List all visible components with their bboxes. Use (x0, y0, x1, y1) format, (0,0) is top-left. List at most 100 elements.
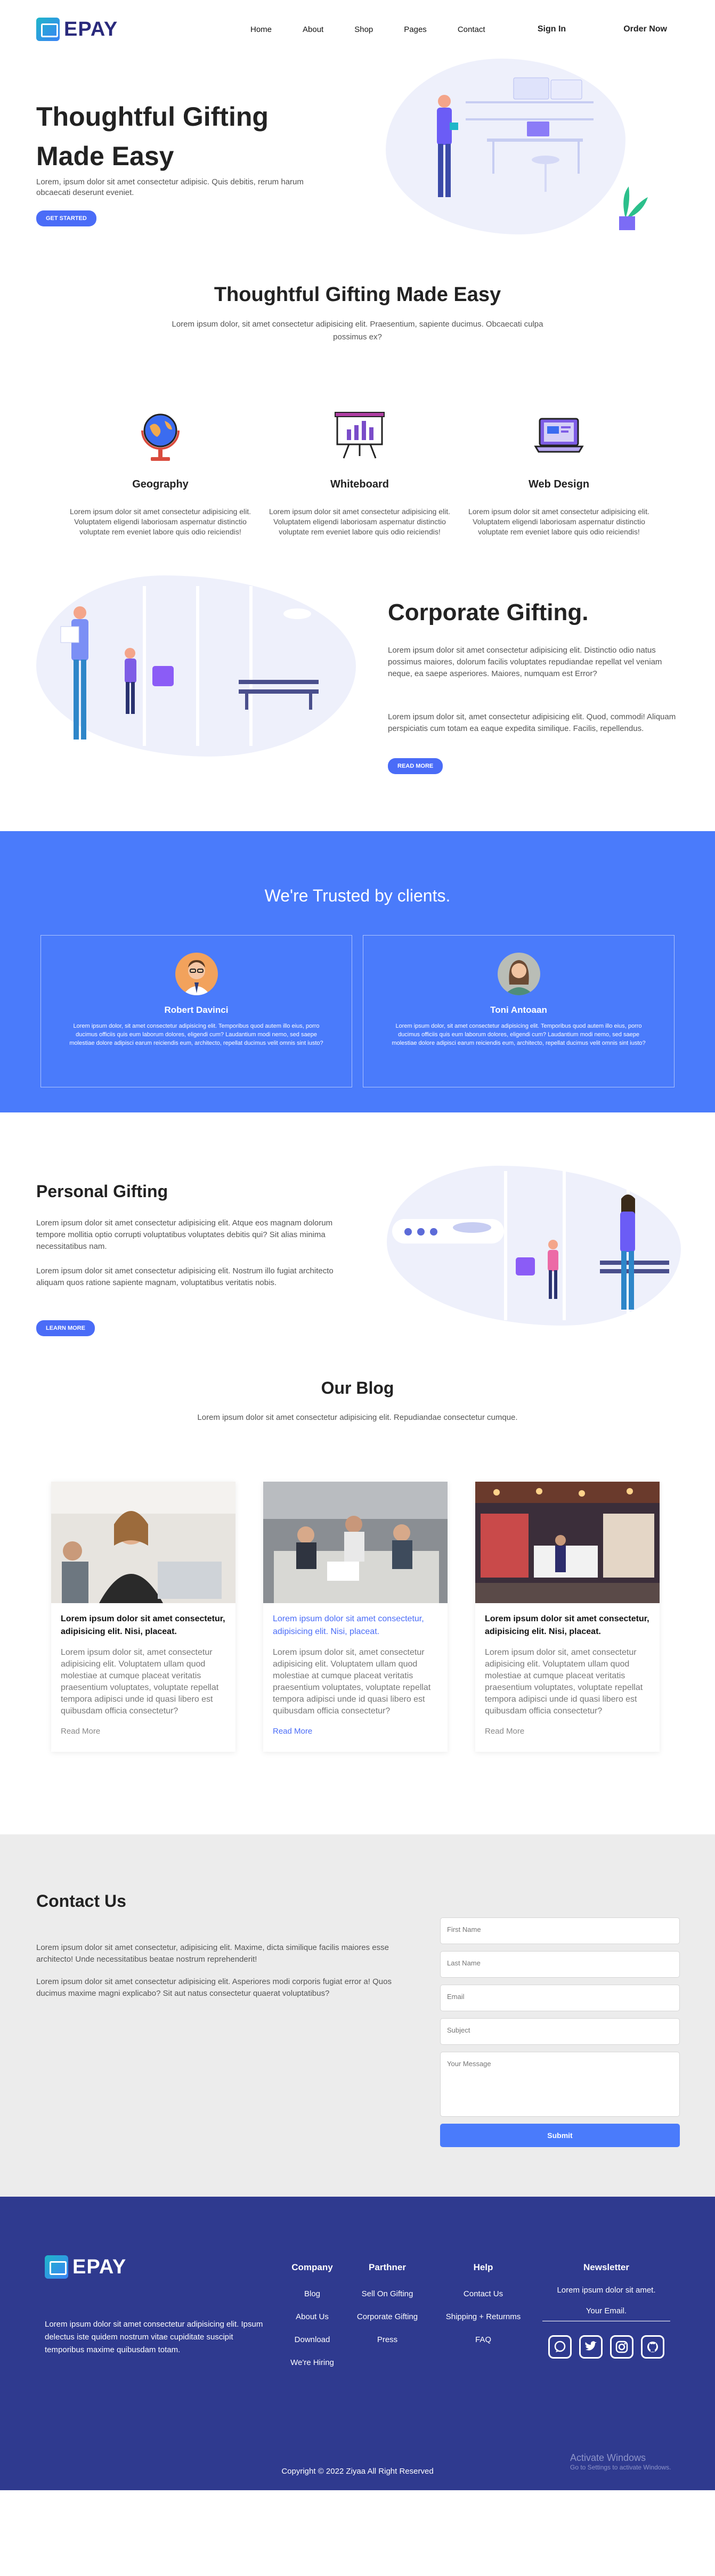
feature-card: Web Design Lorem ipsum dolor sit amet co… (462, 405, 655, 537)
order-now-link[interactable]: Order Now (623, 25, 667, 34)
corporate-text-2: Lorem ipsum dolor sit, amet consectetur … (388, 712, 676, 733)
feature-title: Geography (132, 478, 189, 490)
feature-card: Geography Lorem ipsum dolor sit amet con… (64, 405, 257, 537)
newsletter-heading: Newsletter (583, 2262, 629, 2272)
client-name: Toni Antoaan (490, 1005, 547, 1015)
feature-text: Lorem ipsum dolor sit amet consectetur a… (269, 507, 451, 536)
nav-home[interactable]: Home (250, 25, 272, 34)
footer-logo[interactable]: EPAY (45, 2255, 126, 2279)
newsletter-text: Lorem ipsum dolor sit amet. (557, 2286, 656, 2295)
nav-shop[interactable]: Shop (354, 25, 373, 34)
partner-column: Parthner Sell On Gifting Corporate Gifti… (347, 2262, 427, 2351)
blog-post-list: Lorem ipsum dolor sit amet consectetur, … (51, 1482, 660, 1752)
contact-text-2: Lorem ipsum dolor sit amet consectetur a… (36, 1977, 392, 1998)
personal-section: Personal Gifting Lorem ipsum dolor sit a… (0, 1112, 715, 1363)
blog-title: Our Blog (321, 1378, 394, 1397)
corporate-section: Corporate Gifting. Lorem ipsum dolor sit… (0, 575, 715, 831)
features-title: Thoughtful Gifting Made Easy (214, 283, 501, 306)
feature-list: Geography Lorem ipsum dolor sit amet con… (64, 405, 655, 537)
footer-link-hiring[interactable]: We're Hiring (280, 2351, 344, 2374)
personal-text-1: Lorem ipsum dolor sit amet consectetur a… (36, 1218, 333, 1251)
sign-in-link[interactable]: Sign In (538, 25, 566, 34)
read-more-button[interactable]: READ MORE (388, 758, 443, 774)
post-title[interactable]: Lorem ipsum dolor sit amet consectetur, … (61, 1613, 226, 1638)
laptop-icon (532, 405, 586, 464)
subject-field[interactable]: Subject (440, 2018, 680, 2045)
read-more-link[interactable]: Read More (273, 1727, 438, 1736)
watermark-title: Activate Windows (570, 2452, 646, 2463)
first-name-field[interactable]: First Name (440, 1917, 680, 1944)
github-icon[interactable] (641, 2335, 664, 2359)
client-name: Robert Davinci (164, 1005, 229, 1015)
company-heading: Company (291, 2262, 333, 2272)
footer-link-sell[interactable]: Sell On Gifting (347, 2282, 427, 2305)
feature-card: Whiteboard Lorem ipsum dolor sit amet co… (263, 405, 456, 537)
newsletter-email-input[interactable]: Your Email. (542, 2306, 670, 2321)
help-column: Help Contact Us Shipping + Returnms FAQ (438, 2262, 529, 2351)
client-quote: Lorem ipsum dolor, sit amet consectetur … (392, 1023, 646, 1046)
brand-logo[interactable]: EPAY (36, 18, 118, 41)
social-links (542, 2335, 670, 2359)
footer-link-contact[interactable]: Contact Us (438, 2282, 529, 2305)
get-started-button[interactable]: GET STARTED (36, 210, 96, 226)
corporate-illustration (36, 575, 356, 767)
personal-text-2: Lorem ipsum dolor sit amet consectetur a… (36, 1266, 334, 1287)
testimonials-title: We're Trusted by clients. (264, 886, 451, 905)
email-field[interactable]: Email (440, 1985, 680, 2011)
wallet-icon (36, 18, 60, 41)
feature-title: Whiteboard (330, 478, 389, 490)
company-column: Company Blog About Us Download We're Hir… (280, 2262, 344, 2374)
globe-icon (134, 405, 187, 464)
post-title[interactable]: Lorem ipsum dolor sit amet consectetur, … (485, 1613, 650, 1638)
footer-link-download[interactable]: Download (280, 2328, 344, 2351)
avatar (175, 953, 218, 995)
learn-more-button[interactable]: LEARN MORE (36, 1320, 95, 1336)
testimonials-section: We're Trusted by clients. Robert Davinci… (0, 831, 715, 1112)
footer-link-about[interactable]: About Us (280, 2305, 344, 2328)
store-photo (475, 1482, 660, 1603)
wallet-icon (45, 2255, 68, 2279)
blog-card: Lorem ipsum dolor sit amet consectetur, … (263, 1482, 448, 1752)
features-section: Thoughtful Gifting Made Easy Lorem ipsum… (0, 261, 715, 575)
contact-text-1: Lorem ipsum dolor sit amet consectetur, … (36, 1943, 389, 1964)
main-menu: Home About Shop Pages Contact (250, 25, 485, 34)
read-more-link[interactable]: Read More (485, 1727, 650, 1736)
instagram-icon[interactable] (610, 2335, 633, 2359)
read-more-link[interactable]: Read More (61, 1727, 226, 1736)
corporate-title: Corporate Gifting. (388, 599, 589, 625)
blog-section: Our Blog Lorem ipsum dolor sit amet cons… (0, 1363, 715, 1834)
feature-text: Lorem ipsum dolor sit amet consectetur a… (69, 507, 251, 536)
nav-about[interactable]: About (303, 25, 323, 34)
message-field[interactable]: Your Message (440, 2052, 680, 2117)
nav-contact[interactable]: Contact (458, 25, 485, 34)
footer-brand-name: EPAY (72, 2255, 127, 2278)
post-title[interactable]: Lorem ipsum dolor sit amet consectetur, … (273, 1613, 438, 1638)
brand-name: EPAY (64, 18, 118, 40)
submit-button[interactable]: Submit (440, 2124, 680, 2147)
contact-section: Contact Us Lorem ipsum dolor sit amet co… (0, 1834, 715, 2197)
last-name-field[interactable]: Last Name (440, 1951, 680, 1978)
newsletter-column: Newsletter Lorem ipsum dolor sit amet. Y… (542, 2262, 670, 2359)
site-footer: EPAY Lorem ipsum dolor sit amet consecte… (0, 2197, 715, 2490)
twitter-icon[interactable] (579, 2335, 603, 2359)
blog-card: Lorem ipsum dolor sit amet consectetur, … (475, 1482, 660, 1752)
footer-link-blog[interactable]: Blog (280, 2282, 344, 2305)
personal-title: Personal Gifting (36, 1182, 168, 1201)
feature-text: Lorem ipsum dolor sit amet consectetur a… (468, 507, 650, 536)
team-meeting-photo (263, 1482, 448, 1603)
feature-title: Web Design (528, 478, 590, 490)
avatar (497, 953, 540, 995)
blog-card: Lorem ipsum dolor sit amet consectetur, … (51, 1482, 235, 1752)
hero-title: Thoughtful Gifting Made Easy (36, 102, 269, 171)
footer-link-corporate[interactable]: Corporate Gifting (347, 2305, 427, 2328)
blog-subtitle: Lorem ipsum dolor sit amet consectetur a… (197, 1413, 518, 1422)
post-excerpt: Lorem ipsum dolor sit, amet consectetur … (273, 1648, 431, 1716)
nav-pages[interactable]: Pages (404, 25, 427, 34)
footer-link-shipping[interactable]: Shipping + Returnms (438, 2305, 529, 2328)
testimonial-card: Robert Davinci Lorem ipsum dolor, sit am… (40, 935, 352, 1087)
contact-form: First Name Last Name Email Subject Your … (440, 1917, 680, 2147)
footer-link-faq[interactable]: FAQ (438, 2328, 529, 2351)
whatsapp-icon[interactable] (548, 2335, 572, 2359)
footer-link-press[interactable]: Press (347, 2328, 427, 2351)
help-heading: Help (473, 2262, 493, 2272)
